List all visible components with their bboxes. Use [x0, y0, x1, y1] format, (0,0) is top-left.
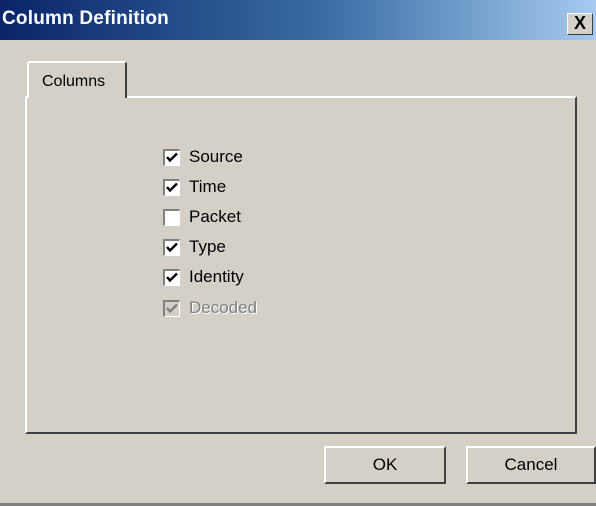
title-bar[interactable]: Column Definition X — [0, 0, 596, 40]
checkbox-packet[interactable]: Packet — [163, 205, 241, 229]
checkbox-decoded: Decoded — [163, 296, 257, 320]
column-definition-dialog: Column Definition X Columns Source Time … — [0, 0, 596, 506]
checkbox-source-box[interactable] — [163, 148, 180, 166]
checkbox-time-label: Time — [189, 177, 227, 196]
tab-columns[interactable]: Columns — [27, 61, 127, 98]
checkbox-source[interactable]: Source — [163, 145, 243, 169]
checkbox-packet-label: Packet — [189, 207, 241, 226]
checkbox-type[interactable]: Type — [163, 235, 226, 259]
cancel-button[interactable]: Cancel — [466, 446, 596, 484]
tab-panel — [25, 96, 577, 434]
checkbox-decoded-label: Decoded — [189, 298, 258, 317]
checkbox-type-label: Type — [189, 237, 226, 256]
close-button[interactable]: X — [567, 13, 593, 35]
checkmark-icon — [166, 182, 178, 192]
checkbox-identity-label: Identity — [189, 267, 244, 286]
checkmark-icon — [166, 242, 178, 252]
checkmark-icon — [166, 272, 178, 282]
checkbox-time[interactable]: Time — [163, 175, 226, 199]
checkbox-identity-box[interactable] — [163, 268, 180, 286]
checkbox-type-box[interactable] — [163, 238, 180, 256]
window-title: Column Definition — [2, 8, 169, 29]
checkbox-time-box[interactable] — [163, 178, 180, 196]
ok-button[interactable]: OK — [324, 446, 446, 484]
checkbox-packet-box[interactable] — [163, 208, 180, 226]
checkbox-source-label: Source — [189, 147, 243, 166]
checkbox-identity[interactable]: Identity — [163, 265, 244, 289]
checkmark-icon — [166, 152, 178, 162]
checkmark-icon — [166, 303, 178, 313]
tab-columns-label: Columns — [42, 73, 106, 90]
checkbox-decoded-box — [163, 299, 180, 317]
